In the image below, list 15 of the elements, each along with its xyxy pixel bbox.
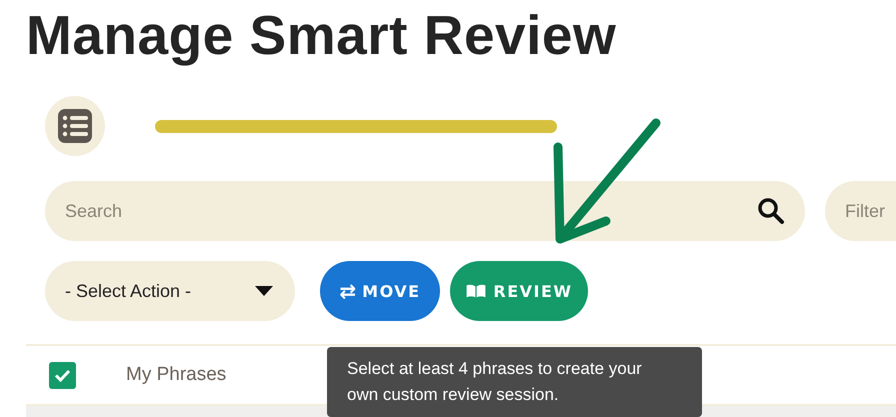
search-field[interactable]: Search <box>45 181 805 241</box>
tooltip: Select at least 4 phrases to create your own custom review session. <box>327 347 702 417</box>
check-icon <box>54 368 71 382</box>
review-button[interactable]: REVIEW <box>450 261 588 321</box>
list-icon <box>57 108 93 144</box>
move-button[interactable]: ⇄ MOVE <box>320 261 440 321</box>
filter-field[interactable]: Filter <box>825 181 896 241</box>
book-icon <box>465 283 488 299</box>
page-title: Manage Smart Review <box>25 3 618 68</box>
checkbox[interactable] <box>49 362 76 388</box>
row-label: My Phrases <box>126 364 226 386</box>
caret-icon <box>255 286 273 296</box>
swap-icon: ⇄ <box>339 279 356 303</box>
search-icon[interactable] <box>757 197 785 225</box>
action-dropdown[interactable]: - Select Action - <box>45 261 295 321</box>
